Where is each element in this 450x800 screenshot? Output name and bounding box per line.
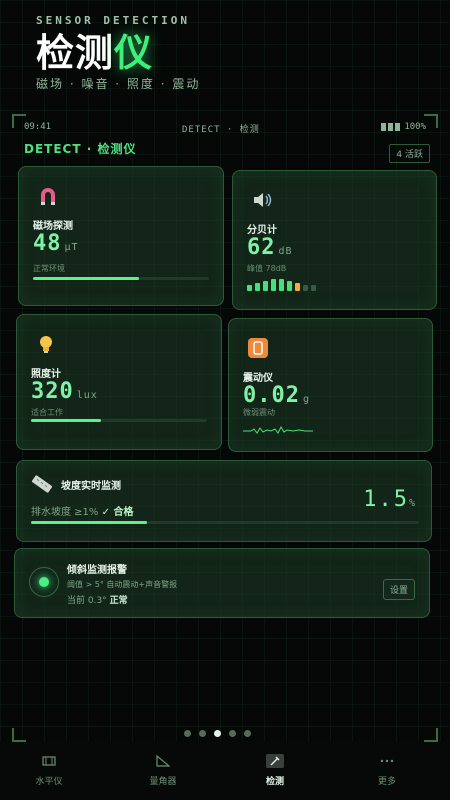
page-dot[interactable] — [184, 730, 191, 737]
slope-value: 1.5% — [363, 487, 415, 512]
alert-current-status: 正常 — [109, 596, 128, 606]
tab-level[interactable]: 水平仪 — [14, 754, 84, 787]
alert-settings-button[interactable]: 设置 — [382, 579, 415, 600]
tilt-alert-card[interactable]: 倾斜监测报警 阈值 > 5° 自动震动+声音警报 当前 0.3° 正常 设置 — [14, 548, 430, 618]
tab-level-label: 水平仪 — [35, 777, 63, 787]
page-title: 检测仪 — [36, 31, 200, 75]
light-status: 适合工作 — [31, 408, 63, 417]
magnet-value: 48 μT — [33, 231, 79, 256]
page-dot-active[interactable] — [214, 730, 221, 737]
slope-level-bar — [31, 521, 419, 524]
header-tags: 磁场 · 噪音 · 照度 · 震动 — [36, 77, 201, 91]
vibration-sensor-card[interactable]: 震动仪 0.02 g 微弱震动 — [228, 318, 433, 452]
decibel-unit: dB — [278, 246, 293, 257]
status-bar: 09:41 DETECT · 检测 100% — [24, 122, 426, 136]
title-main: 检测 — [36, 31, 115, 75]
vibration-unit: g — [302, 394, 311, 405]
light-level-bar — [31, 419, 207, 422]
ruler-icon — [31, 475, 53, 493]
light-unit: lux — [76, 390, 98, 401]
alert-current: 当前 0.3° 正常 — [67, 596, 128, 606]
vibration-label: 震动仪 — [243, 373, 273, 384]
slope-unit: % — [408, 498, 415, 509]
tab-more-label: 更多 — [377, 777, 396, 787]
light-sensor-card[interactable]: 照度计 320 lux 适合工作 — [16, 314, 222, 450]
lightbulb-icon — [40, 336, 52, 353]
section-title: DETECT · 检测仪 — [24, 142, 137, 156]
level-icon — [42, 756, 56, 766]
magnet-label: 磁场探测 — [33, 221, 73, 232]
status-center-label: DETECT · 检测 — [182, 125, 260, 135]
battery-icon — [381, 123, 401, 131]
vibration-waveform — [243, 425, 313, 434]
tab-protractor-label: 量角器 — [149, 777, 177, 787]
slope-level-fill — [31, 521, 148, 524]
frame-corner-top-right — [424, 114, 438, 128]
decibel-label: 分贝计 — [247, 225, 277, 236]
page-indicator — [184, 730, 251, 737]
vibration-icon — [248, 338, 268, 358]
alert-status-indicator — [29, 567, 59, 597]
tab-protractor[interactable]: 量角器 — [128, 754, 198, 787]
battery-indicator: 100% — [381, 122, 426, 132]
title-accent: 仪 — [114, 31, 154, 75]
magnet-level-fill — [33, 277, 139, 280]
decibel-meter — [247, 279, 316, 291]
tab-detect[interactable]: 检测 — [240, 754, 310, 787]
header-subtitle: SENSOR DETECTION — [36, 14, 190, 27]
vibration-value: 0.02 g — [243, 383, 311, 408]
page-dot[interactable] — [229, 730, 236, 737]
battery-percent: 100% — [404, 122, 426, 132]
magnet-icon — [41, 188, 55, 205]
active-count-badge: 4 活跃 — [389, 144, 430, 163]
app-screen: SENSOR DETECTION 检测仪 磁场 · 噪音 · 照度 · 震动 0… — [0, 0, 450, 800]
speaker-icon — [254, 193, 272, 207]
bottom-tab-bar: 水平仪 量角器 检测 更多 — [0, 742, 450, 800]
slope-requirement: 排水坡度 ≥1% ✓ 合格 — [31, 507, 134, 518]
decibel-value: 62 dB — [247, 235, 293, 260]
alert-description: 阈值 > 5° 自动震动+声音警报 — [67, 580, 178, 589]
detect-icon — [266, 754, 284, 768]
page-dot[interactable] — [244, 730, 251, 737]
magnet-status: 正常环境 — [33, 264, 65, 273]
more-icon — [380, 759, 394, 763]
frame-corner-bottom-left — [12, 728, 26, 742]
slope-monitor-card[interactable]: 坡度实时监测 排水坡度 ≥1% ✓ 合格 1.5% — [16, 460, 432, 542]
tab-more[interactable]: 更多 — [352, 754, 422, 787]
light-label: 照度计 — [31, 369, 61, 380]
status-time: 09:41 — [24, 122, 52, 132]
slope-title: 坡度实时监测 — [61, 481, 121, 492]
tab-detect-label: 检测 — [265, 777, 284, 787]
frame-corner-bottom-right — [424, 728, 438, 742]
decibel-sensor-card[interactable]: 分贝计 62 dB 峰值 78dB — [232, 170, 437, 310]
magnet-level-bar — [33, 277, 209, 280]
magnet-unit: μT — [64, 242, 79, 253]
light-value: 320 lux — [31, 379, 98, 404]
vibration-status: 微弱震动 — [243, 408, 275, 417]
magnet-sensor-card[interactable]: 磁场探测 48 μT 正常环境 — [18, 166, 224, 306]
slope-pass-badge: ✓ 合格 — [101, 507, 134, 518]
page-header: SENSOR DETECTION 检测仪 磁场 · 噪音 · 照度 · 震动 — [36, 14, 200, 92]
light-level-fill — [31, 419, 102, 422]
decibel-peak: 峰值 78dB — [247, 264, 287, 273]
protractor-icon — [156, 754, 171, 767]
page-dot[interactable] — [199, 730, 206, 737]
alert-title: 倾斜监测报警 — [67, 565, 127, 576]
